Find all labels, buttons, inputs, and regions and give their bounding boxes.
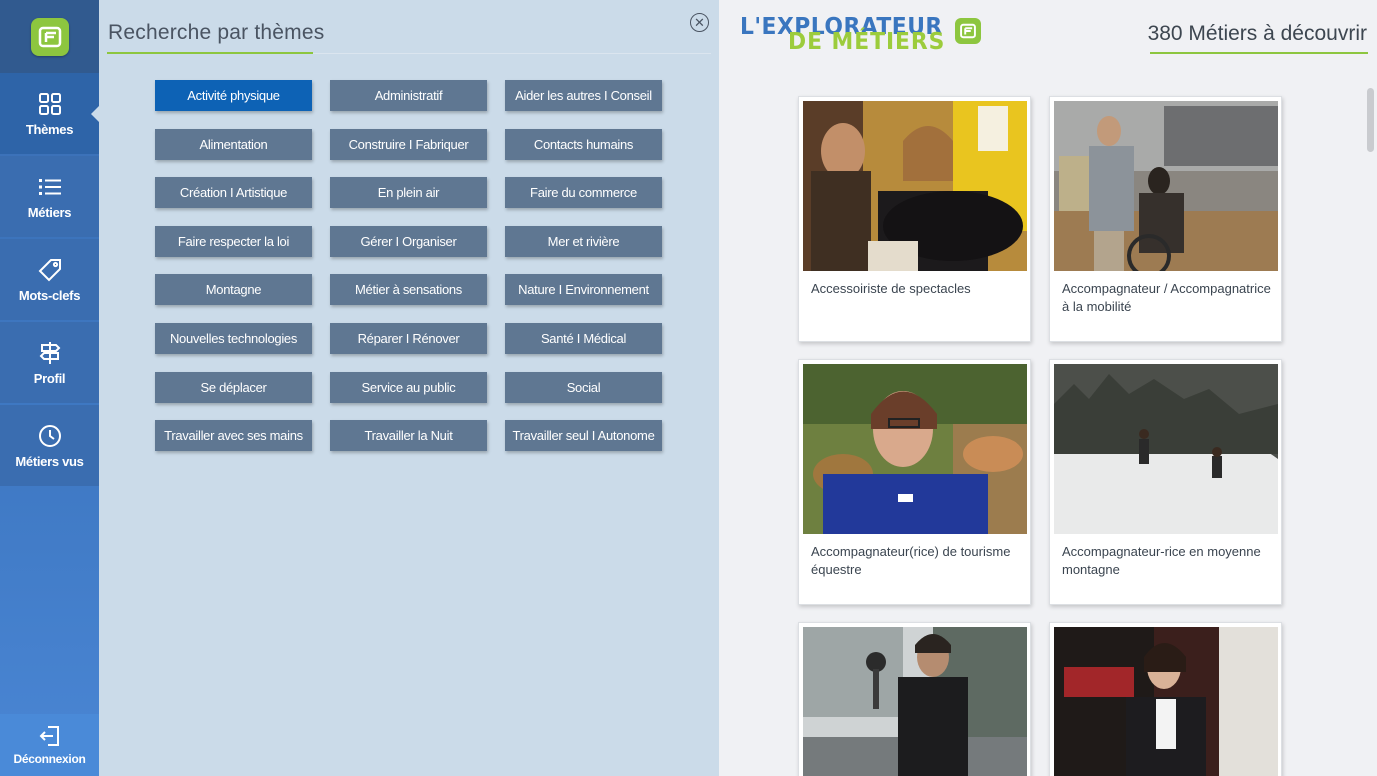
themes-panel: Recherche par thèmes ✕ Activité physique… [99, 0, 719, 776]
logout-icon [39, 726, 59, 746]
sidebar-item-label: Thèmes [25, 121, 74, 137]
job-card[interactable]: Accompagnateur(rice) de tourisme équestr… [798, 359, 1031, 605]
brand-line2: DE MÉTIERS [788, 29, 946, 55]
theme-button[interactable]: Création I Artistique [155, 177, 312, 208]
job-card[interactable] [798, 622, 1031, 776]
job-card[interactable]: Accompagnateur / Accompagnatrice à la mo… [1049, 96, 1282, 342]
job-title: Accompagnateur / Accompagnatrice à la mo… [1062, 281, 1271, 314]
job-card[interactable]: Accessoiriste de spectacles [798, 96, 1031, 342]
close-button[interactable]: ✕ [690, 13, 709, 32]
signpost-icon [39, 341, 60, 364]
main-content: L'EXPLORATEUR DE MÉTIERS 380 Métiers à d… [719, 0, 1377, 776]
theme-button[interactable]: Aider les autres I Conseil [505, 80, 662, 111]
theme-button[interactable]: Administratif [330, 80, 487, 111]
theme-button[interactable]: Se déplacer [155, 372, 312, 403]
job-thumbnail [1054, 627, 1278, 776]
tag-icon [38, 258, 61, 281]
theme-button[interactable]: Construire I Fabriquer [330, 129, 487, 160]
sidebar-item-label: Profil [33, 370, 66, 386]
job-thumbnail [1054, 101, 1278, 271]
sidebar-item-metiers-vus[interactable]: Métiers vus [0, 405, 99, 486]
theme-button[interactable]: Activité physique [155, 80, 312, 111]
logout-button[interactable]: Déconnexion [0, 714, 99, 776]
theme-button[interactable]: Santé I Médical [505, 323, 662, 354]
job-card[interactable] [1049, 622, 1282, 776]
theme-button[interactable]: Montagne [155, 274, 312, 305]
brand-logo[interactable]: L'EXPLORATEUR DE MÉTIERS [740, 14, 982, 55]
sidebar-item-label: Métiers [27, 204, 72, 220]
grid-icon [38, 92, 61, 115]
theme-button[interactable]: Faire respecter la loi [155, 226, 312, 257]
theme-button[interactable]: Métier à sensations [330, 274, 487, 305]
theme-button[interactable]: Travailler avec ses mains [155, 420, 312, 451]
sidebar-item-mots-clefs[interactable]: Mots-clefs [0, 239, 99, 320]
sidebar-item-metiers[interactable]: Métiers [0, 156, 99, 237]
clock-icon [38, 424, 61, 447]
theme-button[interactable]: Travailler la Nuit [330, 420, 487, 451]
theme-button[interactable]: Travailler seul I Autonome [505, 420, 662, 451]
theme-button[interactable]: Service au public [330, 372, 487, 403]
title-underline [107, 52, 313, 54]
app-logo[interactable] [0, 0, 99, 73]
job-title: Accessoiriste de spectacles [811, 281, 971, 296]
theme-button[interactable]: Faire du commerce [505, 177, 662, 208]
sidebar-item-themes[interactable]: Thèmes [0, 73, 100, 154]
theme-button[interactable]: Mer et rivière [505, 226, 662, 257]
job-title: Accompagnateur-rice en moyenne montagne [1062, 544, 1261, 577]
sidebar-item-label: Métiers vus [15, 453, 84, 469]
theme-button[interactable]: Nature I Environnement [505, 274, 662, 305]
sidebar: Thèmes Métiers Mots-clefs Profil Métiers… [0, 0, 100, 776]
theme-button[interactable]: Social [505, 372, 662, 403]
theme-button[interactable]: Alimentation [155, 129, 312, 160]
close-icon: ✕ [694, 15, 705, 30]
job-thumbnail [803, 627, 1027, 776]
job-title: Accompagnateur(rice) de tourisme équestr… [811, 544, 1011, 577]
theme-button[interactable]: Réparer I Rénover [330, 323, 487, 354]
count-underline [1150, 52, 1368, 54]
sidebar-item-label: Mots-clefs [18, 287, 81, 303]
logout-label: Déconnexion [13, 752, 86, 766]
theme-button[interactable]: Gérer I Organiser [330, 226, 487, 257]
job-thumbnail [803, 101, 1027, 271]
theme-button[interactable]: En plein air [330, 177, 487, 208]
brand-badge-icon [955, 18, 981, 44]
list-icon [38, 178, 61, 195]
job-card[interactable]: Accompagnateur-rice en moyenne montagne [1049, 359, 1282, 605]
sidebar-item-profil[interactable]: Profil [0, 322, 99, 403]
job-thumbnail [1054, 364, 1278, 534]
job-count: 380 Métiers à découvrir [1147, 22, 1367, 45]
divider [313, 53, 711, 54]
logo-icon [30, 17, 69, 56]
panel-title: Recherche par thèmes [108, 21, 325, 44]
scrollbar[interactable] [1367, 88, 1374, 152]
job-thumbnail [803, 364, 1027, 534]
theme-button[interactable]: Contacts humains [505, 129, 662, 160]
theme-button[interactable]: Nouvelles technologies [155, 323, 312, 354]
